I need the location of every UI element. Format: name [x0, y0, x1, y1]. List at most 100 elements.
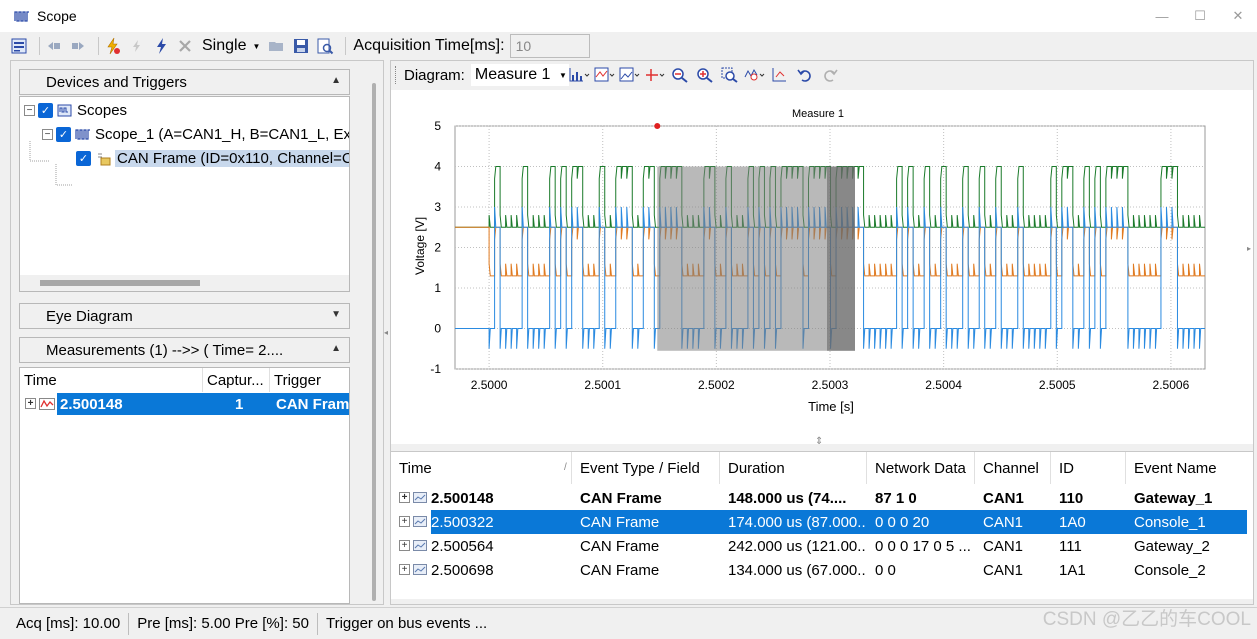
expand-icon[interactable]: + — [399, 564, 410, 575]
frame-image-icon — [413, 516, 427, 527]
minimize-button[interactable]: — — [1143, 0, 1181, 32]
tree-item-can-frame[interactable]: ✓ CAN Frame (ID=0x110, Channel=C — [76, 147, 349, 169]
event-id: 1A0 — [1059, 513, 1086, 531]
measurement-trigger: CAN Fram — [276, 395, 350, 413]
zoom-in-icon[interactable] — [694, 66, 716, 84]
collapse-icon[interactable]: − — [24, 104, 35, 116]
x-tick-label: 2.5001 — [584, 378, 621, 392]
close-button[interactable]: ✕ — [1219, 0, 1257, 32]
event-channel: CAN1 — [983, 489, 1024, 507]
event-name: Console_2 — [1134, 561, 1206, 579]
event-network-data: 87 1 0 — [875, 489, 917, 507]
event-type: CAN Frame — [580, 513, 660, 531]
open-folder-icon[interactable] — [268, 37, 286, 55]
scope-settings-icon[interactable] — [10, 37, 28, 55]
left-pane: Devices and Triggers ▲ − ✓ Scopes − ✓ Sc… — [10, 60, 384, 605]
collapse-up-icon[interactable]: ▲ — [331, 343, 341, 354]
stop-icon[interactable] — [176, 37, 194, 55]
trigger-disabled-icon[interactable] — [128, 37, 146, 55]
tree-horizontal-scrollbar[interactable] — [20, 275, 349, 291]
status-acq: Acq [ms]: 10.00 — [8, 612, 130, 635]
previous-icon[interactable] — [45, 37, 63, 55]
expand-icon[interactable]: + — [399, 540, 410, 551]
chevron-down-icon: ▼ — [558, 70, 567, 80]
print-preview-icon[interactable] — [316, 37, 334, 55]
redo-icon[interactable] — [819, 66, 841, 84]
expand-icon[interactable]: + — [25, 398, 36, 409]
zoom-fit-icon[interactable] — [719, 66, 741, 84]
column-header-capture[interactable]: Captur... — [203, 368, 270, 392]
column-header-network-data[interactable]: Network Data — [867, 452, 975, 484]
expand-icon[interactable]: + — [399, 516, 410, 527]
status-message: Trigger on bus events ... — [325, 615, 488, 632]
measure-select-value: Measure 1 — [474, 66, 551, 83]
measurement-capture: 1 — [235, 395, 244, 413]
devices-triggers-header[interactable]: Devices and Triggers ▲ — [19, 69, 350, 95]
event-type: CAN Frame — [580, 537, 660, 555]
chevron-down-icon: ▼ — [252, 41, 261, 51]
event-row[interactable]: +2.500564 CAN Frame 242.000 us (121.00... 0… — [391, 534, 1253, 558]
collapse-icon[interactable]: − — [42, 128, 53, 140]
zoom-out-icon[interactable] — [669, 66, 691, 84]
column-header-duration[interactable]: Duration — [720, 452, 867, 484]
column-header-time[interactable]: Time — [20, 368, 203, 392]
right-collapse-arrow-icon[interactable]: ▸ — [1247, 244, 1251, 253]
event-row[interactable]: +2.500148 CAN Frame 148.000 us (74.... 87 1… — [391, 486, 1253, 510]
event-duration: 134.000 us (67.000... — [728, 561, 867, 579]
column-header-channel[interactable]: Channel — [975, 452, 1051, 484]
x-tick-label: 2.5004 — [925, 378, 962, 392]
chart-type-icon[interactable] — [569, 66, 591, 84]
event-row[interactable]: +2.500322 CAN Frame 174.000 us (87.000... 0… — [391, 510, 1253, 534]
main-toolbar: Single ▼ Acquisition Time[ms]: 10 — [0, 32, 1257, 60]
lightning-icon[interactable] — [152, 37, 170, 55]
collapse-up-icon[interactable]: ▲ — [331, 75, 341, 86]
column-header-time[interactable]: Time — [391, 452, 572, 484]
toolbar-separator — [39, 37, 40, 55]
right-pane: Diagram: Measure 1 ▼ Measure 1 Voltage [… — [390, 60, 1254, 605]
column-header-event-name[interactable]: Event Name — [1126, 452, 1253, 484]
scrollbar-thumb[interactable] — [40, 280, 200, 286]
chart-title: Measure 1 — [792, 108, 844, 120]
chart-line-icon[interactable] — [594, 66, 616, 84]
voltage-chart[interactable]: Measure 1 Voltage [V] Time [s] 5 4 3 2 1 0 -1 2… — [391, 90, 1253, 444]
scrollbar-thumb[interactable] — [372, 83, 376, 601]
plot-area[interactable]: Measure 1 Voltage [V] Time [s] 5 4 3 2 1 0 -1 2… — [391, 90, 1253, 447]
maximize-button[interactable]: ☐ — [1181, 0, 1219, 32]
tree-item-label: Scope_1 (A=CAN1_H, B=CAN1_L, Ext — [95, 125, 350, 143]
acquisition-time-input[interactable]: 10 — [509, 34, 590, 58]
frame-image-icon — [413, 564, 427, 575]
trigger-icon[interactable] — [104, 37, 122, 55]
save-icon[interactable] — [292, 37, 310, 55]
export-chart-icon[interactable] — [769, 66, 791, 84]
mode-select[interactable]: Single ▼ — [202, 37, 260, 55]
column-header-id[interactable]: ID — [1051, 452, 1126, 484]
measurement-row[interactable]: + 2.500148 1 CAN Fram — [20, 393, 350, 415]
measure-select[interactable]: Measure 1 ▼ — [470, 64, 569, 86]
tree-item-scopes[interactable]: − ✓ Scopes — [24, 99, 127, 121]
chart-options-icon[interactable] — [619, 66, 641, 84]
axis-scale-icon[interactable] — [644, 66, 666, 84]
checkbox-checked-icon[interactable]: ✓ — [38, 102, 53, 118]
left-pane-scrollbar[interactable] — [369, 61, 383, 604]
undo-icon[interactable] — [794, 66, 816, 84]
measurements-header[interactable]: Measurements (1) -->> ( Time= 2.... ▲ — [19, 337, 350, 363]
selected-frame-end-highlight — [827, 166, 855, 351]
expand-down-icon[interactable]: ▼ — [331, 309, 341, 320]
zoom-mode-icon[interactable] — [744, 66, 766, 84]
scope-app-icon — [14, 9, 30, 23]
tree-item-scope-1[interactable]: − ✓ Scope_1 (A=CAN1_H, B=CAN1_L, Ext — [42, 123, 350, 145]
column-header-trigger[interactable]: Trigger — [270, 368, 349, 392]
eye-diagram-header[interactable]: Eye Diagram ▼ — [19, 303, 350, 329]
checkbox-checked-icon[interactable]: ✓ — [76, 150, 91, 166]
splitter-arrow-icon[interactable]: ◂ — [384, 328, 388, 337]
event-network-data: 0 0 0 17 0 5 ... — [875, 537, 971, 555]
column-header-event-type[interactable]: Event Type / Field — [572, 452, 720, 484]
next-icon[interactable] — [69, 37, 87, 55]
column-resize-grip[interactable]: / — [564, 462, 567, 473]
event-row[interactable]: +2.500698 CAN Frame 134.000 us (67.000... 0… — [391, 558, 1253, 582]
chart-xlabel: Time [s] — [808, 399, 854, 414]
expand-icon[interactable]: + — [399, 492, 410, 503]
splitter-grip-icon[interactable]: ⇕ — [815, 436, 823, 447]
event-id: 1A1 — [1059, 561, 1086, 579]
checkbox-checked-icon[interactable]: ✓ — [56, 126, 71, 142]
